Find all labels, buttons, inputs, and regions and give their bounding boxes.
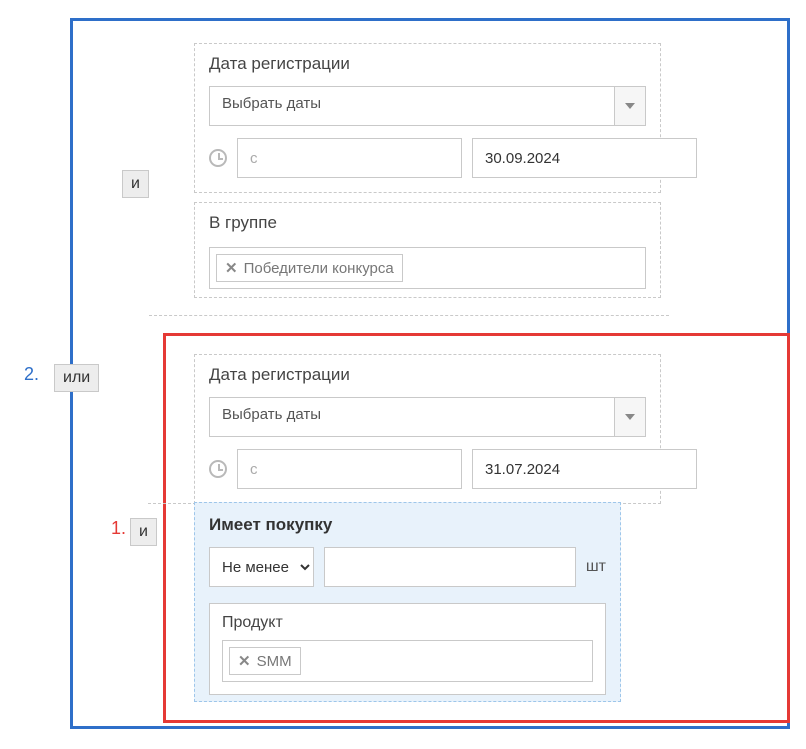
product-chip-label: SMM (257, 653, 292, 670)
filter-builder-canvas: 2. 1. и или и Дата регистрации Выбрать д… (10, 10, 796, 739)
purchase-operator-select[interactable]: Не менее (209, 547, 314, 587)
chevron-down-icon (614, 397, 646, 437)
date-from-input[interactable] (237, 449, 462, 489)
close-icon[interactable]: ✕ (225, 259, 238, 277)
condition-title: Имеет покупку (195, 503, 620, 535)
date-mode-label: Выбрать даты (209, 86, 614, 126)
date-mode-label: Выбрать даты (209, 397, 614, 437)
date-from-input[interactable] (237, 138, 462, 178)
purchase-product-box: Продукт ✕ SMM (209, 603, 606, 695)
group-tag-input[interactable]: ✕ Победители конкурса (209, 247, 646, 289)
date-to-input[interactable] (472, 138, 697, 178)
purchase-unit-label: шт (586, 558, 606, 576)
product-chip: ✕ SMM (229, 647, 301, 675)
group-chip-label: Победители конкурса (244, 260, 394, 277)
close-icon[interactable]: ✕ (238, 652, 251, 670)
group-chip: ✕ Победители конкурса (216, 254, 403, 282)
callout-number-1: 1. (111, 518, 126, 539)
condition-registration-date-2: Дата регистрации Выбрать даты (194, 354, 661, 504)
callout-number-2: 2. (24, 364, 39, 385)
date-mode-select[interactable]: Выбрать даты (209, 86, 646, 126)
condition-title: В группе (195, 203, 660, 235)
condition-registration-date-1: Дата регистрации Выбрать даты (194, 43, 661, 193)
purchase-qty-input[interactable] (324, 547, 576, 587)
connector-and-1[interactable]: и (122, 170, 149, 198)
clock-icon (209, 460, 227, 478)
date-mode-select[interactable]: Выбрать даты (209, 397, 646, 437)
clock-icon (209, 149, 227, 167)
condition-title: Дата регистрации (195, 44, 660, 76)
condition-has-purchase: Имеет покупку Не менее шт Продукт ✕ SMM (194, 502, 621, 702)
product-title: Продукт (222, 614, 593, 632)
connector-and-2[interactable]: и (130, 518, 157, 546)
product-tag-input[interactable]: ✕ SMM (222, 640, 593, 682)
condition-in-group: В группе ✕ Победители конкурса (194, 202, 661, 298)
condition-title: Дата регистрации (195, 355, 660, 387)
connector-or[interactable]: или (54, 364, 99, 392)
separator-between-blocks (149, 315, 669, 316)
date-to-input[interactable] (472, 449, 697, 489)
chevron-down-icon (614, 86, 646, 126)
